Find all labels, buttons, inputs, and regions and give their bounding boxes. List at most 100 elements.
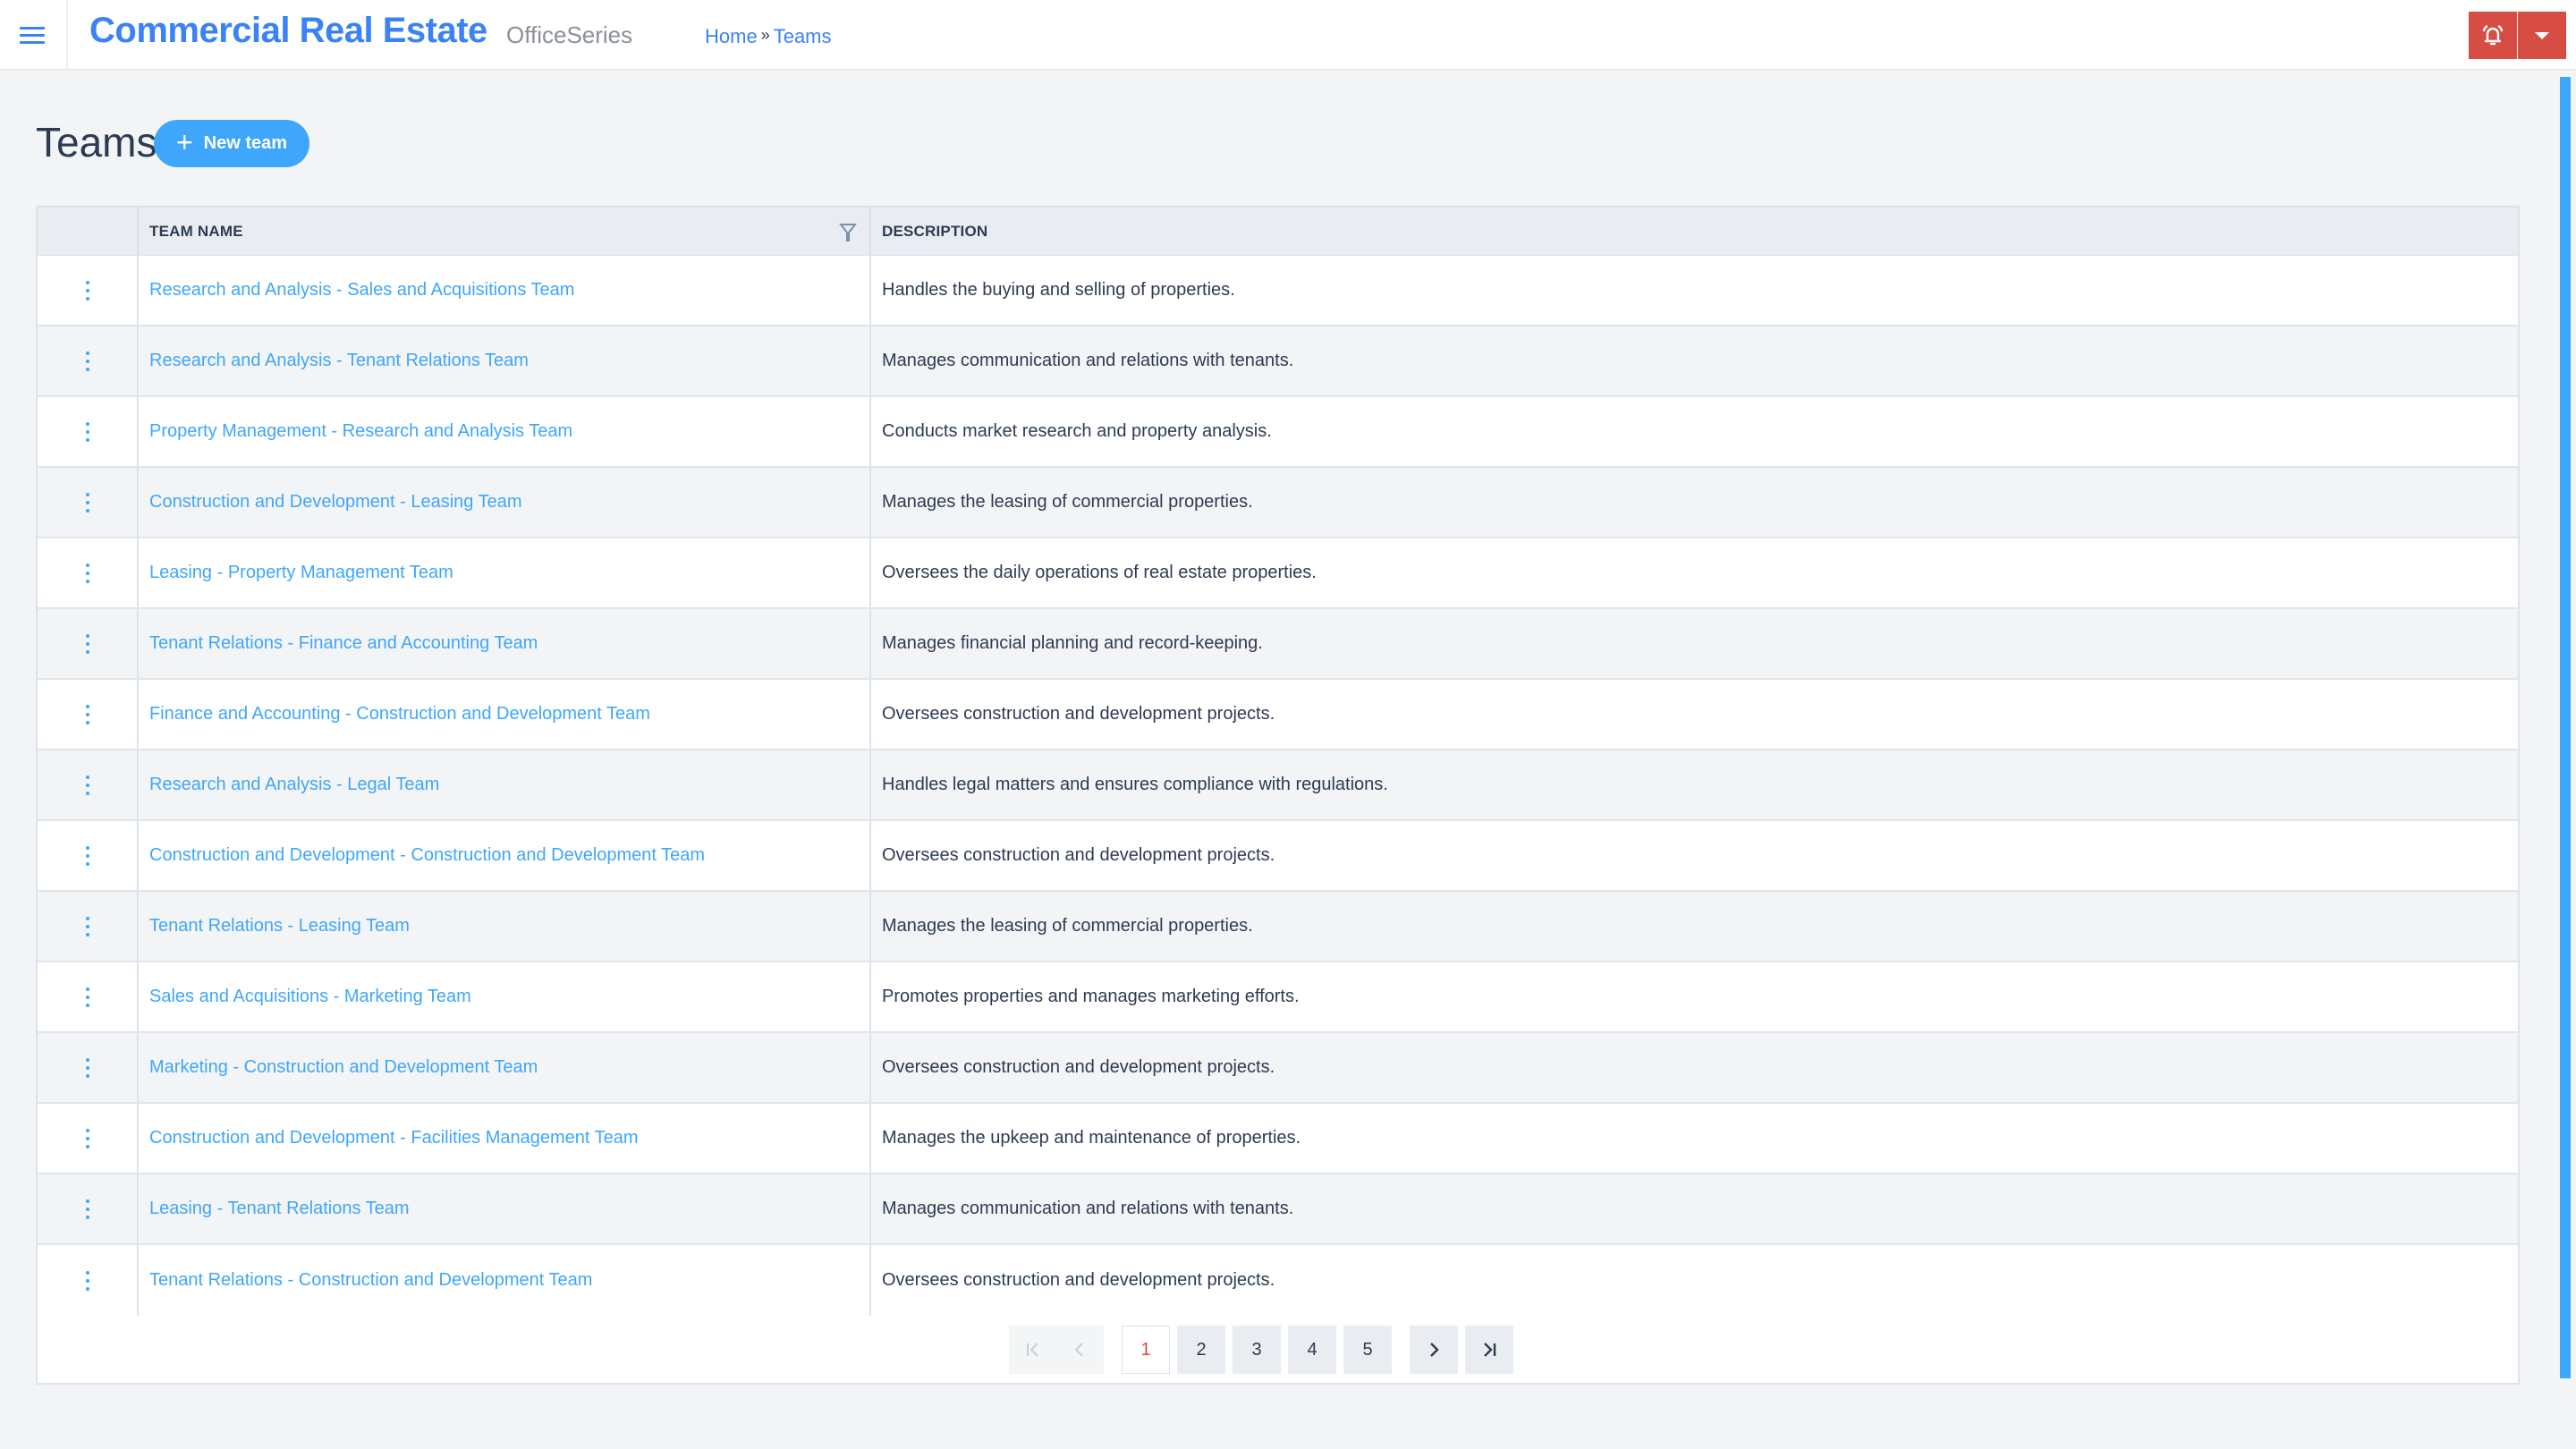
row-actions-cell bbox=[38, 821, 139, 890]
team-name-cell: Research and Analysis - Tenant Relations… bbox=[139, 326, 871, 395]
kebab-menu-icon[interactable] bbox=[82, 280, 93, 301]
next-page-button[interactable] bbox=[1410, 1326, 1458, 1374]
kebab-menu-icon[interactable] bbox=[82, 704, 93, 725]
team-name-cell: Finance and Accounting - Construction an… bbox=[139, 680, 871, 749]
kebab-menu-icon[interactable] bbox=[82, 845, 93, 867]
team-name-link[interactable]: Sales and Acquisitions - Marketing Team bbox=[149, 987, 471, 1007]
team-name-link[interactable]: Property Management - Research and Analy… bbox=[149, 421, 572, 442]
team-name-link[interactable]: Tenant Relations - Leasing Team bbox=[149, 916, 410, 936]
table-body: Research and Analysis - Sales and Acquis… bbox=[38, 256, 2518, 1316]
team-name-link[interactable]: Research and Analysis - Tenant Relations… bbox=[149, 351, 529, 371]
table-row: Research and Analysis - Sales and Acquis… bbox=[38, 256, 2518, 326]
description-cell: Oversees construction and development pr… bbox=[882, 704, 1275, 724]
account-dropdown-button[interactable] bbox=[2518, 12, 2566, 59]
team-name-cell: Construction and Development - Facilitie… bbox=[139, 1104, 871, 1173]
kebab-menu-icon[interactable] bbox=[82, 1199, 93, 1220]
kebab-menu-icon[interactable] bbox=[82, 492, 93, 513]
kebab-menu-icon[interactable] bbox=[82, 775, 93, 796]
table-row: Tenant Relations - Finance and Accountin… bbox=[38, 609, 2518, 680]
row-actions-cell bbox=[38, 326, 139, 395]
team-name-cell: Marketing - Construction and Development… bbox=[139, 1033, 871, 1102]
team-name-link[interactable]: Tenant Relations - Finance and Accountin… bbox=[149, 633, 538, 654]
caret-down-icon bbox=[2535, 31, 2549, 39]
kebab-menu-icon[interactable] bbox=[82, 1057, 93, 1079]
page-button-5[interactable]: 5 bbox=[1343, 1326, 1392, 1374]
row-actions-cell bbox=[38, 397, 139, 466]
team-name-link[interactable]: Construction and Development - Facilitie… bbox=[149, 1128, 639, 1148]
table-header: TEAM NAME DESCRIPTION bbox=[38, 208, 2518, 256]
team-name-link[interactable]: Leasing - Tenant Relations Team bbox=[149, 1199, 410, 1219]
page-button-3[interactable]: 3 bbox=[1233, 1326, 1281, 1374]
column-header-description-label: DESCRIPTION bbox=[882, 223, 988, 240]
team-name-link[interactable]: Research and Analysis - Sales and Acquis… bbox=[149, 280, 574, 301]
kebab-menu-icon[interactable] bbox=[82, 1128, 93, 1149]
table-row: Leasing - Tenant Relations Team Manages c… bbox=[38, 1174, 2518, 1245]
team-name-cell: Leasing - Tenant Relations Team bbox=[139, 1174, 871, 1243]
prev-page-button[interactable] bbox=[1055, 1326, 1104, 1374]
row-actions-cell bbox=[38, 750, 139, 819]
team-name-cell: Property Management - Research and Analy… bbox=[139, 397, 871, 466]
breadcrumb-separator: » bbox=[760, 26, 770, 44]
table-row: Sales and Acquisitions - Marketing Team P… bbox=[38, 962, 2518, 1033]
kebab-menu-icon[interactable] bbox=[82, 987, 93, 1008]
team-name-link[interactable]: Construction and Development - Leasing T… bbox=[149, 492, 522, 513]
description-cell: Manages communication and relations with… bbox=[882, 1199, 1294, 1218]
row-actions-cell bbox=[38, 1104, 139, 1173]
new-team-label: New team bbox=[203, 133, 288, 153]
column-header-team-name[interactable]: TEAM NAME bbox=[139, 208, 871, 256]
description-cell: Handles the buying and selling of proper… bbox=[882, 280, 1235, 300]
kebab-menu-icon[interactable] bbox=[82, 633, 93, 655]
team-name-cell: Tenant Relations - Finance and Accountin… bbox=[139, 609, 871, 678]
kebab-menu-icon[interactable] bbox=[82, 351, 93, 372]
team-name-cell: Construction and Development - Leasing T… bbox=[139, 468, 871, 537]
kebab-menu-icon[interactable] bbox=[82, 421, 93, 443]
team-name-link[interactable]: Finance and Accounting - Construction an… bbox=[149, 704, 650, 724]
chevron-right-icon bbox=[1430, 1343, 1439, 1357]
row-actions-cell bbox=[38, 538, 139, 607]
description-cell: Manages the leasing of commercial proper… bbox=[882, 492, 1253, 512]
team-name-cell: Leasing - Property Management Team bbox=[139, 538, 871, 607]
team-name-link[interactable]: Tenant Relations - Construction and Deve… bbox=[149, 1270, 592, 1291]
breadcrumb-home[interactable]: Home bbox=[705, 25, 758, 47]
vertical-scrollbar[interactable] bbox=[2560, 77, 2571, 1378]
page-title: Teams bbox=[36, 119, 157, 165]
new-team-button[interactable]: + New team bbox=[154, 120, 309, 167]
description-cell: Oversees the daily operations of real es… bbox=[882, 563, 1317, 582]
filter-icon[interactable] bbox=[839, 223, 857, 242]
page-button-2[interactable]: 2 bbox=[1177, 1326, 1225, 1374]
table-row: Research and Analysis - Legal Team Handle… bbox=[38, 750, 2518, 821]
description-cell: Manages communication and relations with… bbox=[882, 351, 1294, 370]
first-page-button[interactable] bbox=[1009, 1326, 1057, 1374]
table-row: Tenant Relations - Leasing Team Manages t… bbox=[38, 892, 2518, 962]
hamburger-menu-icon[interactable] bbox=[20, 23, 47, 47]
kebab-menu-icon[interactable] bbox=[82, 563, 93, 584]
alerts-button[interactable] bbox=[2469, 12, 2517, 59]
row-actions-cell bbox=[38, 468, 139, 537]
app-title[interactable]: Commercial Real Estate bbox=[89, 11, 487, 51]
table-row: Property Management - Research and Analy… bbox=[38, 397, 2518, 468]
team-name-link[interactable]: Leasing - Property Management Team bbox=[149, 563, 453, 583]
team-name-link[interactable]: Construction and Development - Construct… bbox=[149, 845, 705, 866]
column-header-description[interactable]: DESCRIPTION bbox=[871, 208, 2520, 256]
row-actions-cell bbox=[38, 1033, 139, 1102]
team-name-cell: Tenant Relations - Construction and Deve… bbox=[139, 1245, 871, 1316]
description-cell: Oversees construction and development pr… bbox=[882, 845, 1275, 865]
table-row: Leasing - Property Management Team Overse… bbox=[38, 538, 2518, 609]
top-bar: Commercial Real Estate OfficeSeries Home… bbox=[0, 0, 2576, 71]
team-name-link[interactable]: Marketing - Construction and Development… bbox=[149, 1057, 538, 1078]
breadcrumb-teams[interactable]: Teams bbox=[774, 25, 832, 47]
page-button-4[interactable]: 4 bbox=[1288, 1326, 1336, 1374]
header-divider bbox=[66, 0, 68, 69]
kebab-menu-icon[interactable] bbox=[82, 916, 93, 937]
team-name-cell: Sales and Acquisitions - Marketing Team bbox=[139, 962, 871, 1031]
kebab-menu-icon[interactable] bbox=[82, 1270, 93, 1292]
row-actions-cell bbox=[38, 962, 139, 1031]
last-page-icon bbox=[1484, 1343, 1496, 1357]
plus-icon: + bbox=[175, 126, 193, 158]
page-button-1[interactable]: 1 bbox=[1122, 1326, 1170, 1374]
last-page-button[interactable] bbox=[1465, 1326, 1513, 1374]
chevron-left-icon bbox=[1074, 1343, 1083, 1357]
description-cell: Handles legal matters and ensures compli… bbox=[882, 775, 1388, 794]
description-cell: Oversees construction and development pr… bbox=[882, 1270, 1275, 1290]
team-name-link[interactable]: Research and Analysis - Legal Team bbox=[149, 775, 439, 795]
